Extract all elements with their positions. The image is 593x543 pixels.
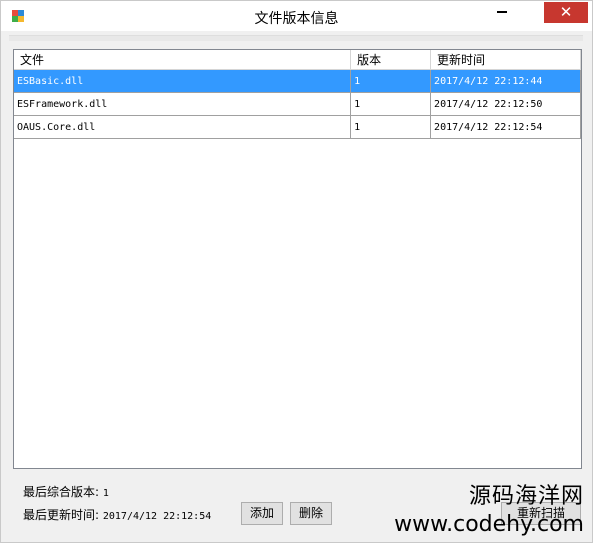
file-grid[interactable]: 文件 版本 更新时间 ESBasic.dll 1 2017/4/12 22:12… xyxy=(13,49,582,469)
delete-button[interactable]: 删除 xyxy=(290,502,332,525)
watermark-url: www.codehy.com xyxy=(394,512,584,537)
cell-version: 1 xyxy=(350,115,432,139)
last-update-info: 最后更新时间: 2017/4/12 22:12:54 xyxy=(23,506,211,523)
column-header-file[interactable]: 文件 xyxy=(14,50,352,70)
cell-file: ESBasic.dll xyxy=(14,69,352,93)
cell-time: 2017/4/12 22:12:44 xyxy=(430,69,581,93)
minimize-button[interactable] xyxy=(497,11,507,13)
cell-time: 2017/4/12 22:12:50 xyxy=(430,92,581,116)
watermark-title: 源码海洋网 xyxy=(468,484,584,509)
cell-version: 1 xyxy=(350,69,432,93)
latest-version-value: 1 xyxy=(102,488,109,499)
main-window: 文件版本信息 ✕ 文件 版本 更新时间 ESBasic.dll 1 2017/4… xyxy=(0,0,593,543)
column-header-version[interactable]: 版本 xyxy=(350,50,432,70)
close-button[interactable]: ✕ xyxy=(544,2,588,23)
last-update-value: 2017/4/12 22:12:54 xyxy=(102,511,212,522)
cell-file: OAUS.Core.dll xyxy=(14,115,352,139)
latest-version-label: 最后综合版本: xyxy=(23,485,100,499)
title-bar[interactable]: 文件版本信息 ✕ xyxy=(1,1,592,31)
cell-time: 2017/4/12 22:12:54 xyxy=(430,115,581,139)
last-update-label: 最后更新时间: xyxy=(23,508,100,522)
file-table: 文件 版本 更新时间 ESBasic.dll 1 2017/4/12 22:12… xyxy=(14,50,581,139)
toolbar-strip xyxy=(9,35,583,41)
header-row: 文件 版本 更新时间 xyxy=(14,50,581,70)
latest-version-info: 最后综合版本: 1 xyxy=(23,483,109,500)
table-row[interactable]: ESBasic.dll 1 2017/4/12 22:12:44 xyxy=(14,69,581,93)
add-button[interactable]: 添加 xyxy=(241,502,283,525)
table-row[interactable]: ESFramework.dll 1 2017/4/12 22:12:50 xyxy=(14,92,581,116)
cell-file: ESFramework.dll xyxy=(14,92,352,116)
watermark: 源码海洋网 www.codehy.com xyxy=(394,486,584,536)
cell-version: 1 xyxy=(350,92,432,116)
column-header-time[interactable]: 更新时间 xyxy=(430,50,581,70)
table-row[interactable]: OAUS.Core.dll 1 2017/4/12 22:12:54 xyxy=(14,115,581,139)
